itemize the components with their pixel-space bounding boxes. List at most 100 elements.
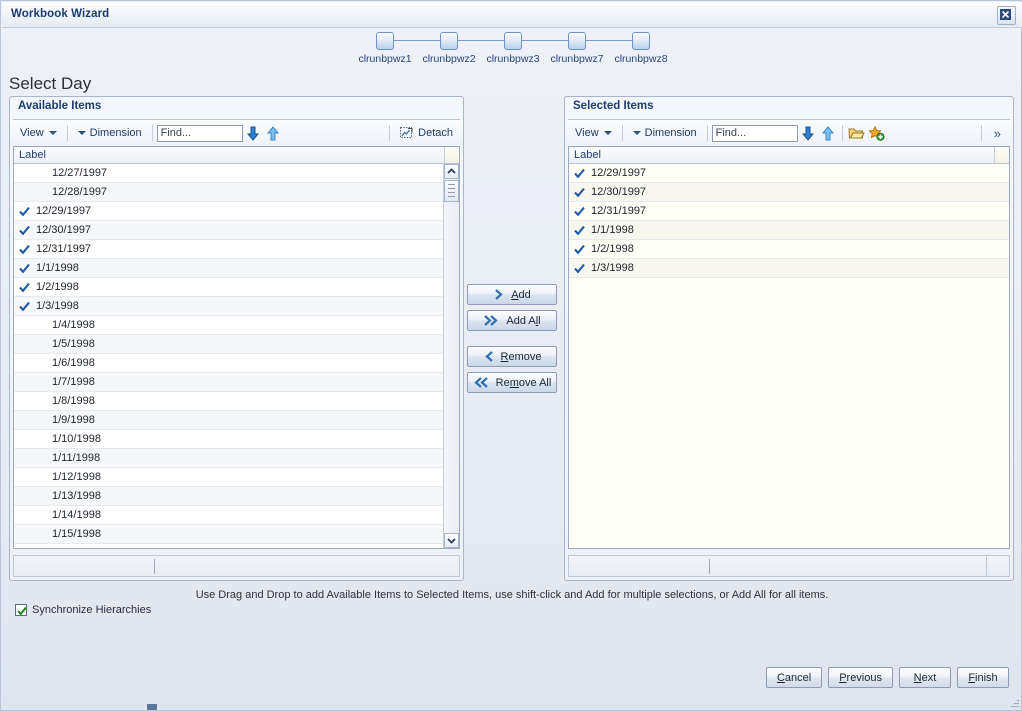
list-item[interactable]: 1/1/1998 <box>569 221 1009 240</box>
find-input[interactable] <box>156 124 243 142</box>
list-item[interactable]: 1/16/1998 <box>14 544 459 548</box>
list-item-label: 1/3/1998 <box>591 262 634 274</box>
find-input[interactable] <box>711 124 798 142</box>
view-menu-label: View <box>575 127 599 139</box>
list-item-label: 1/9/1998 <box>52 414 95 426</box>
next-button[interactable]: Next <box>899 667 951 688</box>
dimension-menu-button[interactable]: Dimension <box>72 123 148 143</box>
resize-grip[interactable] <box>1009 698 1019 708</box>
list-item[interactable]: 12/31/1997 <box>14 240 459 259</box>
open-folder-button[interactable] <box>847 123 867 143</box>
finish-button[interactable]: Finish <box>957 667 1009 688</box>
list-item[interactable]: 1/3/1998 <box>14 297 459 316</box>
row-check-icon <box>19 244 30 255</box>
list-item[interactable]: 1/2/1998 <box>14 278 459 297</box>
add-button[interactable]: Add <box>467 284 557 305</box>
list-item[interactable]: 1/9/1998 <box>14 411 459 430</box>
step-node-icon <box>376 32 394 50</box>
row-check-icon <box>19 225 30 236</box>
new-favorite-button[interactable] <box>867 123 887 143</box>
list-item[interactable]: 12/27/1997 <box>14 164 459 183</box>
available-scrollbar[interactable] <box>443 164 459 548</box>
available-rows[interactable]: 12/27/1997 12/28/1997 12/29/1997 12/30/1997… <box>14 164 459 548</box>
list-item[interactable]: 12/28/1997 <box>14 183 459 202</box>
page-title: Select Day <box>9 74 92 93</box>
selected-items-list: Label 12/29/1997 12/30/1997 12/31/1997 1/1/… <box>568 146 1010 549</box>
arrow-down-icon <box>801 126 814 141</box>
list-item-label: 1/1/1998 <box>591 224 634 236</box>
wizard-step-3[interactable]: clrunbpwz3 <box>481 28 545 65</box>
list-item[interactable]: 12/31/1997 <box>569 202 1009 221</box>
list-item[interactable]: 12/29/1997 <box>14 202 459 221</box>
list-item[interactable]: 12/29/1997 <box>569 164 1009 183</box>
list-item-label: 12/31/1997 <box>591 205 647 217</box>
dimension-menu-button[interactable]: Dimension <box>627 123 703 143</box>
wizard-step-label: clrunbpwz3 <box>486 53 540 65</box>
column-header-text: Label <box>19 149 46 161</box>
find-previous-button[interactable] <box>818 123 838 143</box>
wizard-step-1[interactable]: clrunbpwz1 <box>353 28 417 65</box>
wizard-step-5[interactable]: clrunbpwz8 <box>609 28 673 65</box>
detach-button[interactable]: Detach <box>394 126 459 140</box>
synchronize-hierarchies-checkbox[interactable]: Synchronize Hierarchies <box>15 604 151 616</box>
list-item[interactable]: 1/6/1998 <box>14 354 459 373</box>
add-all-button-label: Add All <box>506 314 541 327</box>
check-icon <box>17 606 27 616</box>
find-next-button[interactable] <box>798 123 818 143</box>
add-button-label: Add <box>511 288 531 301</box>
selected-rows[interactable]: 12/29/1997 12/30/1997 12/31/1997 1/1/1998 1/… <box>569 164 1009 548</box>
list-item[interactable]: 1/10/1998 <box>14 430 459 449</box>
scroll-down-button[interactable] <box>444 533 459 548</box>
finish-button-label: Finish <box>968 671 998 684</box>
find-next-button[interactable] <box>243 123 263 143</box>
list-item[interactable]: 1/4/1998 <box>14 316 459 335</box>
toolbar-overflow-button[interactable]: » <box>986 126 1009 141</box>
wizard-step-4[interactable]: clrunbpwz7 <box>545 28 609 65</box>
list-item[interactable]: 1/3/1998 <box>569 259 1009 278</box>
wizard-step-label: clrunbpwz8 <box>614 53 668 65</box>
list-item-label: 1/11/1998 <box>52 452 101 464</box>
list-item-label: 12/30/1997 <box>36 224 92 236</box>
list-item[interactable]: 1/12/1998 <box>14 468 459 487</box>
view-menu-button[interactable]: View <box>14 123 63 143</box>
list-item[interactable]: 12/30/1997 <box>14 221 459 240</box>
step-node-icon <box>504 32 522 50</box>
list-item[interactable]: 1/15/1998 <box>14 525 459 544</box>
list-item-label: 1/7/1998 <box>52 376 95 388</box>
wizard-step-2[interactable]: clrunbpwz2 <box>417 28 481 65</box>
add-all-arrow-icon <box>484 315 499 326</box>
selected-items-panel: Selected Items View Dimension Find... » … <box>564 96 1014 581</box>
remove-button-label: Remove <box>500 350 542 363</box>
view-menu-button[interactable]: View <box>569 123 618 143</box>
list-item[interactable]: 1/11/1998 <box>14 449 459 468</box>
list-item-label: 1/14/1998 <box>52 509 101 521</box>
close-button[interactable] <box>997 6 1016 25</box>
remove-all-button[interactable]: Remove All <box>467 372 557 393</box>
add-all-button[interactable]: Add All <box>467 310 557 331</box>
list-item[interactable]: 1/2/1998 <box>569 240 1009 259</box>
list-item-label: 12/28/1997 <box>52 186 108 198</box>
previous-button[interactable]: Previous <box>828 667 893 688</box>
find-previous-button[interactable] <box>263 123 283 143</box>
column-header-label[interactable]: Label <box>14 147 459 164</box>
column-resize-handle[interactable] <box>994 147 1009 163</box>
list-item[interactable]: 1/1/1998 <box>14 259 459 278</box>
list-item[interactable]: 1/14/1998 <box>14 506 459 525</box>
cancel-button[interactable]: Cancel <box>765 667 823 688</box>
list-item[interactable]: 1/13/1998 <box>14 487 459 506</box>
list-item[interactable]: 1/8/1998 <box>14 392 459 411</box>
divider <box>709 559 710 574</box>
scroll-up-button[interactable] <box>444 164 459 179</box>
scrollbar-thumb[interactable] <box>444 180 459 202</box>
dialog-title: Workbook Wizard <box>11 8 110 20</box>
list-item-label: 12/31/1997 <box>36 243 92 255</box>
remove-button[interactable]: Remove <box>467 346 557 367</box>
list-item[interactable]: 12/30/1997 <box>569 183 1009 202</box>
wizard-step-label: clrunbpwz2 <box>422 53 476 65</box>
column-header-label[interactable]: Label <box>569 147 1009 164</box>
list-item[interactable]: 1/5/1998 <box>14 335 459 354</box>
list-item[interactable]: 1/7/1998 <box>14 373 459 392</box>
row-check-icon <box>574 244 585 255</box>
column-resize-handle[interactable] <box>444 147 459 163</box>
remove-arrow-icon <box>484 351 493 362</box>
